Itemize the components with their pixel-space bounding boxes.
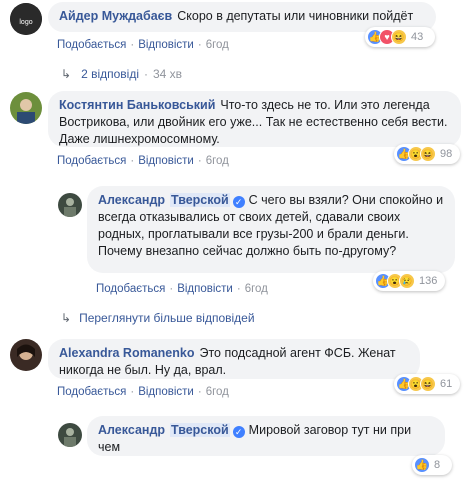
comment-actions: Подобається · Відповісти · 6год — [96, 283, 268, 295]
separator: · — [130, 39, 135, 51]
like-link[interactable]: Подобається — [96, 283, 165, 295]
comment-bubble: Александр Тверской ✓ Мировой заговор тут ни… — [87, 416, 445, 456]
timestamp[interactable]: 6год — [206, 155, 229, 167]
reactions-summary[interactable]: 👍 8 — [412, 455, 452, 475]
comment-text: Скоро в депутаты или чиновники пойдёт — [177, 9, 414, 23]
comment-author[interactable]: Александр — [98, 423, 165, 437]
haha-reaction-icon: 😆 — [420, 146, 436, 162]
avatar[interactable] — [58, 423, 82, 447]
avatar[interactable] — [10, 92, 42, 124]
reply-link[interactable]: Відповісти — [138, 155, 194, 167]
reaction-count: 136 — [419, 275, 438, 287]
comment-bubble: Alexandra Romanenko Это подсадной агент Ф… — [48, 339, 420, 379]
like-link[interactable]: Подобається — [57, 39, 126, 51]
separator: · — [197, 39, 202, 51]
svg-text:logo: logo — [19, 19, 32, 26]
comment-author[interactable]: Alexandra Romanenko — [59, 346, 194, 360]
timestamp[interactable]: 6год — [245, 283, 268, 295]
sad-reaction-icon: 😢 — [399, 273, 415, 289]
reactions-summary[interactable]: 👍 😮 😆 61 — [394, 374, 460, 394]
reactions-summary[interactable]: 👍 ♥ 😆 43 — [365, 27, 435, 47]
comment-bubble: Александр Тверской ✓ С чего вы взяли? Они с… — [87, 186, 455, 273]
avatar[interactable]: logo — [10, 3, 42, 35]
timestamp[interactable]: 6год — [206, 386, 229, 398]
reaction-count: 98 — [440, 148, 453, 160]
avatar[interactable] — [58, 193, 82, 217]
replies-toggle[interactable]: ↳ 2 відповіді · 34 хв — [61, 67, 182, 81]
avatar[interactable] — [10, 339, 42, 371]
like-link[interactable]: Подобається — [57, 386, 126, 398]
reply-link[interactable]: Відповісти — [138, 39, 194, 51]
reply-link[interactable]: Відповісти — [177, 283, 233, 295]
verified-badge-icon: ✓ — [232, 196, 245, 208]
comment-author-highlight[interactable]: Тверской — [170, 193, 230, 207]
comment-author[interactable]: Александр — [98, 193, 165, 207]
comment-author[interactable]: Костянтин Баньковський — [59, 98, 215, 112]
reply-arrow-icon: ↳ — [61, 311, 72, 325]
reply-arrow-icon: ↳ — [61, 67, 72, 81]
replies-time: 34 хв — [153, 67, 183, 81]
like-link[interactable]: Подобається — [57, 155, 126, 167]
separator: · — [197, 386, 202, 398]
separator: · — [144, 67, 148, 81]
reply-link[interactable]: Відповісти — [138, 386, 194, 398]
comment-actions: Подобається · Відповісти · 6год — [57, 386, 229, 398]
reactions-summary[interactable]: 👍 😮 😆 98 — [394, 144, 460, 164]
separator: · — [130, 155, 135, 167]
reactions-summary[interactable]: 👍 😮 😢 136 — [373, 271, 445, 291]
comment-actions: Подобається · Відповісти · 6год — [57, 39, 229, 51]
separator: · — [130, 386, 135, 398]
separator: · — [169, 283, 174, 295]
comment-bubble: Костянтин Баньковський Что-то здесь не то… — [48, 91, 461, 147]
comment-author[interactable]: Айдер Муждабаєв — [59, 9, 172, 23]
haha-reaction-icon: 😆 — [391, 29, 407, 45]
comment-author-highlight[interactable]: Тверской — [170, 423, 230, 437]
separator: · — [197, 155, 202, 167]
replies-count: 2 відповіді — [81, 67, 139, 81]
reaction-count: 8 — [434, 459, 441, 471]
haha-reaction-icon: 😆 — [420, 376, 436, 392]
timestamp[interactable]: 6год — [206, 39, 229, 51]
view-more-replies-label: Переглянути більше відповідей — [79, 311, 255, 325]
verified-badge-icon: ✓ — [232, 426, 245, 438]
reaction-count: 61 — [440, 378, 453, 390]
comment-actions: Подобається · Відповісти · 6год — [57, 155, 229, 167]
view-more-replies[interactable]: ↳ Переглянути більше відповідей — [61, 311, 255, 325]
separator: · — [236, 283, 241, 295]
like-reaction-icon: 👍 — [414, 457, 430, 473]
reaction-count: 43 — [411, 31, 424, 43]
